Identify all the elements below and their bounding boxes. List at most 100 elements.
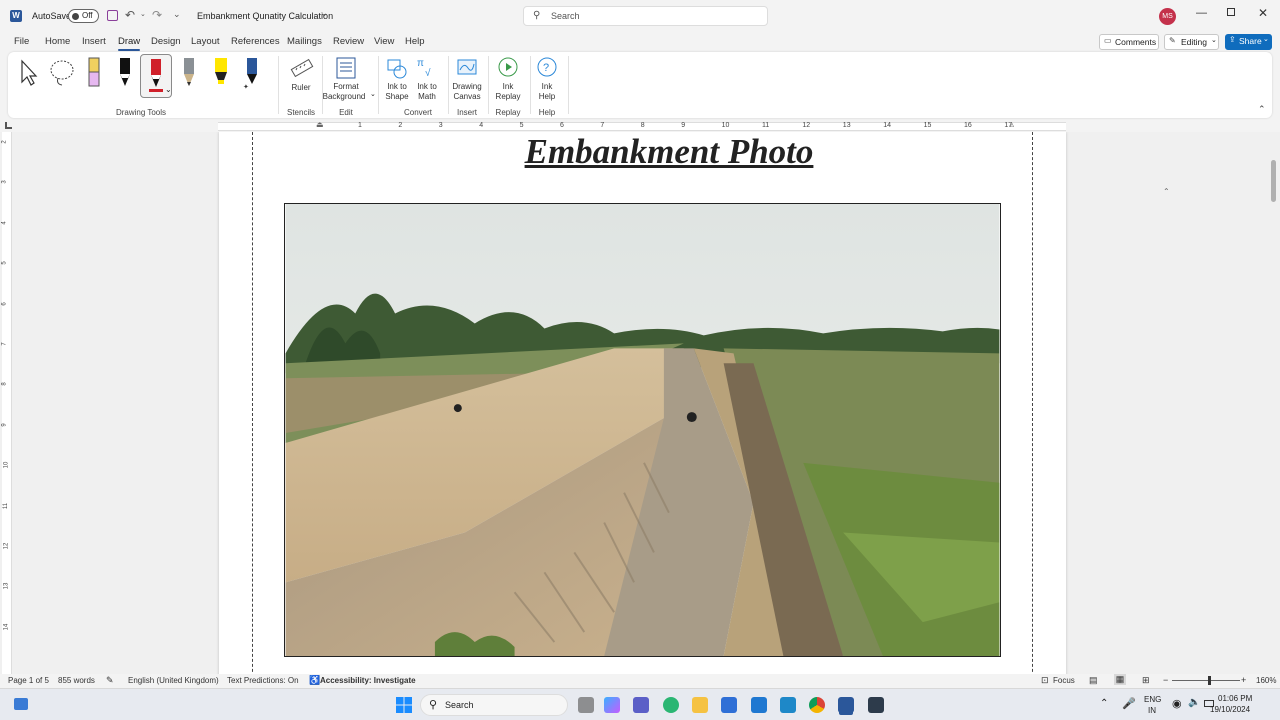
- teams-icon[interactable]: [633, 697, 649, 713]
- horizontal-ruler[interactable]: 1 2 3 4 5 6 7 8 9 10 11 12 13 14 15 16 17 ⏏ ▵: [0, 120, 1280, 132]
- terminal-icon[interactable]: [868, 697, 884, 713]
- vruler-number: 14: [3, 623, 10, 631]
- document-title[interactable]: Embankment Qunatity Calculation: [197, 11, 333, 21]
- collapse-marker-icon[interactable]: ⌃: [1163, 187, 1170, 196]
- close-icon[interactable]: ✕: [1258, 6, 1268, 20]
- tab-insert[interactable]: Insert: [82, 36, 106, 47]
- lasso-select-icon[interactable]: [48, 58, 76, 88]
- proofing-icon[interactable]: ✎: [106, 675, 114, 686]
- edge-icon[interactable]: [663, 697, 679, 713]
- language-line-2[interactable]: IN: [1148, 706, 1156, 715]
- customize-qat-icon[interactable]: ⌄: [173, 9, 181, 20]
- remote-desktop-icon[interactable]: [780, 697, 796, 713]
- group-label-drawing-tools: Drawing Tools: [115, 108, 167, 117]
- status-bar: Page 1 of 5 855 words ✎ English (United …: [0, 674, 1280, 688]
- tab-mailings[interactable]: Mailings: [287, 36, 322, 47]
- clock-date[interactable]: 19/10/2024: [1210, 705, 1250, 714]
- accessibility-icon[interactable]: ♿: [309, 675, 320, 686]
- zoom-level[interactable]: 160%: [1256, 676, 1276, 685]
- ruler-label: Ruler: [291, 83, 311, 92]
- undo-dropdown-icon[interactable]: ⌄: [140, 10, 146, 18]
- chrome-icon[interactable]: [809, 697, 825, 713]
- tab-home[interactable]: Home: [45, 36, 70, 47]
- ruler-button[interactable]: Ruler: [282, 56, 320, 96]
- windows-start-icon[interactable]: [396, 697, 412, 713]
- vruler-number: 7: [1, 342, 8, 346]
- indent-marker-icon[interactable]: ⏏: [316, 120, 324, 129]
- black-pen-icon[interactable]: [116, 56, 134, 90]
- embankment-photo[interactable]: [284, 203, 1001, 657]
- redo-icon[interactable]: ↷: [152, 8, 162, 22]
- ink-to-math-button[interactable]: π √ Ink to Math: [412, 56, 442, 102]
- zoom-in-icon[interactable]: +: [1241, 675, 1246, 685]
- task-view-icon[interactable]: [578, 697, 594, 713]
- widgets-icon[interactable]: [14, 698, 28, 710]
- show-hidden-icons-icon[interactable]: ⌃: [1100, 698, 1108, 709]
- read-mode-icon[interactable]: ▤: [1089, 675, 1098, 686]
- right-indent-marker-icon[interactable]: ▵: [1010, 120, 1014, 129]
- page-count[interactable]: Page 1 of 5: [8, 676, 49, 685]
- tab-references[interactable]: References: [231, 36, 280, 47]
- web-layout-icon[interactable]: ⊞: [1142, 675, 1150, 686]
- language[interactable]: English (United Kingdom): [128, 676, 219, 685]
- volume-icon[interactable]: 🔈: [1188, 697, 1200, 708]
- minimize-icon[interactable]: —: [1196, 7, 1207, 19]
- text-predictions[interactable]: Text Predictions: On: [227, 676, 299, 685]
- tab-review[interactable]: Review: [333, 36, 364, 47]
- copilot-icon[interactable]: [604, 697, 620, 713]
- ink-help-button[interactable]: ? Ink Help: [532, 56, 562, 102]
- tab-selector-icon[interactable]: [5, 122, 12, 129]
- drawing-canvas-button[interactable]: Drawing Canvas: [450, 56, 484, 102]
- accessibility-status[interactable]: Accessibility: Investigate: [320, 676, 416, 685]
- share-button[interactable]: ⇪ Share ⌄: [1225, 34, 1272, 50]
- focus-label[interactable]: Focus: [1053, 676, 1075, 685]
- red-pen-selected[interactable]: ⌄: [140, 54, 172, 98]
- language-line-1[interactable]: ENG: [1144, 695, 1161, 704]
- tab-help[interactable]: Help: [405, 36, 425, 47]
- file-explorer-icon[interactable]: [692, 697, 708, 713]
- clock-time[interactable]: 01:06 PM: [1218, 694, 1252, 703]
- tab-file[interactable]: File: [14, 36, 29, 47]
- tab-draw[interactable]: Draw: [118, 36, 141, 51]
- collapse-ribbon-icon[interactable]: ⌃: [1258, 104, 1266, 115]
- focus-icon[interactable]: ⊡: [1041, 675, 1049, 686]
- title-chevron-icon[interactable]: ⌄: [320, 8, 328, 19]
- ribbon-separator: [488, 56, 489, 114]
- yellow-highlighter-icon[interactable]: [210, 56, 232, 90]
- autosave-state: Off: [82, 11, 93, 20]
- save-icon[interactable]: [107, 10, 118, 21]
- microphone-icon[interactable]: 🎤: [1122, 697, 1136, 710]
- ink-to-shape-button[interactable]: Ink to Shape: [382, 56, 412, 102]
- vertical-scrollbar[interactable]: [1271, 160, 1276, 202]
- editing-mode-button[interactable]: ✎ Editing ⌄: [1164, 34, 1219, 50]
- mail-icon[interactable]: [751, 697, 767, 713]
- pen-options-chevron-icon[interactable]: ⌄: [165, 85, 172, 94]
- page-heading[interactable]: Embankment Photo: [319, 132, 1019, 172]
- document-page[interactable]: Embankment Photo: [219, 132, 1066, 674]
- select-cursor-icon[interactable]: [18, 58, 40, 88]
- tab-layout[interactable]: Layout: [191, 36, 220, 47]
- zoom-out-icon[interactable]: −: [1163, 675, 1168, 685]
- tab-view[interactable]: View: [374, 36, 394, 47]
- search-box[interactable]: ⚲ Search: [523, 6, 768, 26]
- eraser-icon[interactable]: [86, 56, 102, 90]
- ink-to-shape-label-2: Shape: [385, 92, 409, 101]
- ink-replay-button[interactable]: Ink Replay: [492, 56, 524, 102]
- action-pen-icon[interactable]: ✦: [242, 56, 262, 90]
- tab-design[interactable]: Design: [151, 36, 181, 47]
- gray-pencil-icon[interactable]: [180, 56, 198, 90]
- store-icon[interactable]: [721, 697, 737, 713]
- autosave-toggle[interactable]: Off: [68, 9, 99, 23]
- comments-button[interactable]: ▭ Comments: [1099, 34, 1159, 50]
- avatar[interactable]: MS: [1159, 8, 1176, 25]
- wifi-icon[interactable]: ◉: [1172, 697, 1182, 710]
- zoom-slider[interactable]: [1172, 676, 1240, 685]
- taskbar-search[interactable]: ⚲ Search: [420, 694, 568, 716]
- word-taskbar-icon[interactable]: [838, 697, 854, 713]
- format-background-button[interactable]: Format Background ⌄: [320, 56, 376, 102]
- undo-icon[interactable]: ↶: [125, 8, 135, 22]
- word-count[interactable]: 855 words: [58, 676, 95, 685]
- zoom-slider-thumb[interactable]: [1208, 676, 1211, 685]
- print-layout-icon[interactable]: ▦: [1114, 674, 1126, 685]
- restore-icon[interactable]: [1227, 8, 1235, 16]
